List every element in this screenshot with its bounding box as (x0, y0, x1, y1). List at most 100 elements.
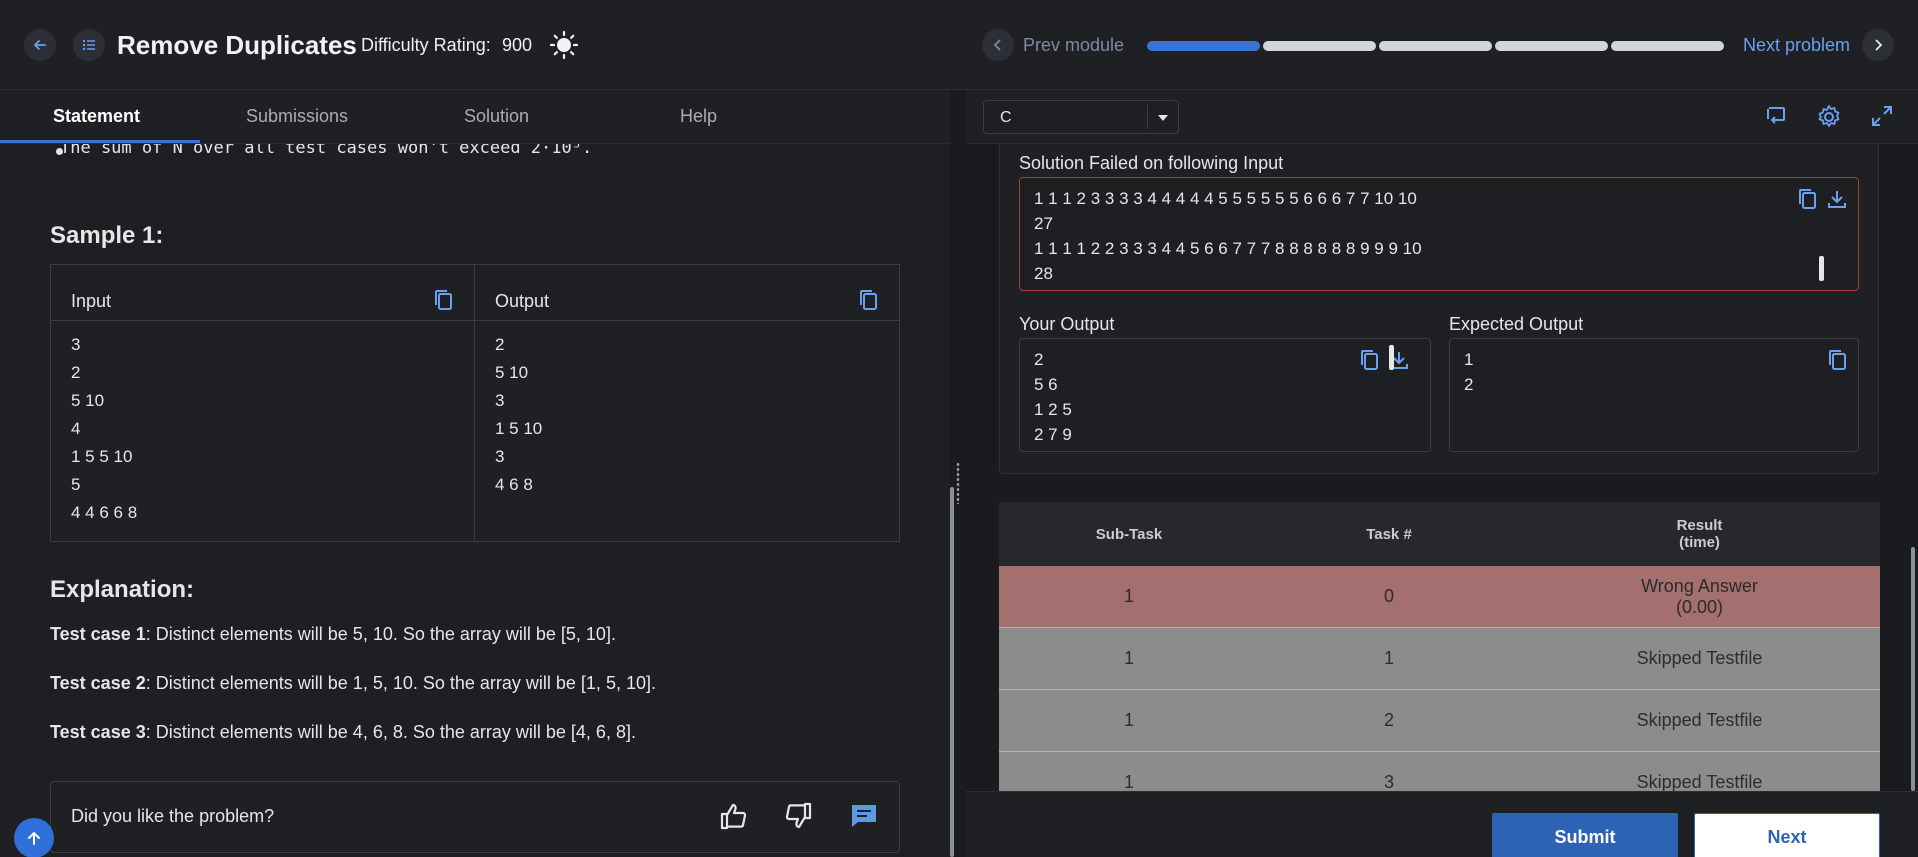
sample-input-line: 1 5 5 10 (71, 447, 133, 466)
submit-button[interactable]: Submit (1492, 813, 1678, 857)
table-row: 1 2 Skipped Testfile (999, 690, 1880, 752)
your-output-line: 2 7 9 (1034, 425, 1072, 444)
sample-box: Input 3 2 5 10 4 1 5 5 10 5 4 4 6 6 8 Output (50, 264, 900, 542)
problem-title: Remove Duplicates (117, 30, 357, 60)
copy-your-output-button[interactable] (1360, 349, 1380, 374)
result-header: Result (time) (1519, 517, 1880, 551)
sample-input-lines: 3 2 5 10 4 1 5 5 10 5 4 4 6 6 8 (51, 321, 474, 527)
reset-code-button[interactable] (1764, 104, 1788, 128)
list-icon (82, 39, 95, 51)
copy-icon (860, 290, 877, 310)
copy-failed-input-button[interactable] (1798, 188, 1818, 213)
sample-output-header: Output (495, 291, 550, 311)
explanation-text: : Distinct elements will be 1, 5, 10. So… (145, 673, 656, 693)
sample-input-line: 2 (71, 363, 81, 382)
subtask-cell: 1 (1123, 648, 1134, 668)
feedback-box: Did you like the problem? (50, 781, 900, 853)
next-problem-button[interactable] (1862, 29, 1894, 61)
copy-icon (435, 290, 452, 310)
task-number-header: Task # (1366, 525, 1412, 543)
result-time: (0.00) (1675, 596, 1724, 617)
expected-output-line: 1 (1464, 350, 1474, 369)
copy-input-button[interactable] (434, 289, 454, 311)
sample-input-line: 4 (71, 419, 81, 438)
tab-solution[interactable]: Solution (464, 106, 529, 127)
sample-output-line: 2 (495, 335, 505, 354)
task-cell: 1 (1383, 648, 1394, 668)
sample-output-line: 4 6 8 (495, 475, 533, 494)
scroll-to-top-button[interactable] (14, 818, 54, 857)
problem-list-button[interactable] (73, 29, 105, 61)
copy-icon (1829, 350, 1846, 370)
fullscreen-button[interactable] (1870, 104, 1894, 128)
task-results-table: Sub-Task Task # Result (time) 1 0 Wrong … (999, 502, 1880, 791)
language-value: C (1000, 109, 1012, 126)
feedback-question: Did you like the problem? (71, 806, 275, 826)
back-button[interactable] (24, 29, 56, 61)
your-output-lines: 2 5 6 1 2 5 2 7 9 (1034, 347, 1416, 444)
sample-output-line: 1 5 10 (495, 419, 543, 438)
failed-input-line: 1 1 1 2 3 3 3 3 4 4 4 4 4 5 5 5 5 5 5 6 … (1034, 189, 1417, 208)
explanation-line: Test case 3: Distinct elements will be 4… (50, 722, 636, 743)
task-cell: 2 (1383, 710, 1394, 730)
sample-output: Output 2 5 10 3 1 5 10 3 4 6 8 (475, 265, 899, 541)
result-status: Skipped Testfile (1636, 648, 1763, 668)
failed-input-scrollbar[interactable] (1819, 256, 1824, 281)
result-cell: Wrong Answer (0.00) (1519, 576, 1880, 618)
expand-icon (1872, 106, 1892, 126)
editor-toolbar: C (966, 90, 1918, 144)
constraint-text: The sum of N over all test cases won't e… (60, 144, 593, 158)
copy-output-button[interactable] (859, 289, 879, 311)
chevron-right-icon (1875, 39, 1883, 51)
results-panel: Solution Failed on following Input 1 1 1… (966, 144, 1918, 791)
left-scrollbar[interactable] (950, 487, 954, 857)
tab-submissions[interactable]: Submissions (246, 106, 348, 127)
sun-icon (549, 30, 579, 60)
tab-statement[interactable]: Statement (53, 106, 140, 127)
module-progress (1147, 41, 1724, 51)
thumbs-down-button[interactable] (783, 802, 813, 830)
next-button[interactable]: Next (1694, 813, 1880, 857)
arrow-left-icon (33, 40, 46, 50)
result-status: Skipped Testfile (1636, 772, 1763, 791)
sample-output-line: 3 (495, 447, 505, 466)
explanation-line: Test case 2: Distinct elements will be 1… (50, 673, 656, 694)
your-output-box: 2 5 6 1 2 5 2 7 9 (1019, 338, 1431, 452)
comment-button[interactable] (849, 802, 879, 830)
progress-segment (1495, 41, 1608, 51)
gear-icon (1818, 105, 1840, 127)
action-bar: Submit Next (966, 791, 1918, 857)
result-status: Skipped Testfile (1636, 710, 1763, 730)
problem-tabs: Statement Submissions Solution Help (0, 90, 958, 144)
download-failed-input-button[interactable] (1826, 188, 1848, 213)
prev-module-link[interactable]: Prev module (1023, 35, 1124, 56)
sample-output-lines: 2 5 10 3 1 5 10 3 4 6 8 (475, 321, 899, 499)
task-cell: 0 (1383, 586, 1394, 606)
sample-input-line: 5 10 (71, 391, 105, 410)
sample-input-header: Input (71, 291, 112, 311)
settings-button[interactable] (1816, 104, 1842, 130)
tab-help[interactable]: Help (680, 106, 717, 127)
prev-module-button[interactable] (982, 29, 1014, 61)
expected-output-box: 12 (1449, 338, 1859, 452)
explanation-line: Test case 1: Distinct elements will be 5… (50, 624, 616, 645)
your-output-label: Your Output (1019, 314, 1115, 334)
your-output-scrollbar[interactable] (1389, 345, 1394, 370)
progress-segment (1379, 41, 1492, 51)
difficulty-value: 900 (502, 35, 533, 55)
copy-expected-output-button[interactable] (1828, 349, 1848, 374)
test-case-label: Test case 3 (50, 722, 146, 742)
next-problem-link[interactable]: Next problem (1743, 35, 1850, 56)
language-select[interactable]: C (983, 100, 1179, 134)
test-case-label: Test case 2 (50, 673, 146, 693)
arrow-up-icon (28, 831, 40, 845)
right-scrollbar[interactable] (1911, 547, 1915, 791)
theme-toggle[interactable] (549, 30, 579, 60)
top-bar: Remove Duplicates Difficulty Rating: 900… (0, 0, 1918, 90)
progress-segment (1611, 41, 1724, 51)
explanation-text: : Distinct elements will be 4, 6, 8. So … (145, 722, 636, 742)
table-row: 1 0 Wrong Answer (0.00) (999, 566, 1880, 628)
thumbs-up-button[interactable] (719, 802, 749, 830)
subtask-cell: 1 (1123, 772, 1134, 791)
chevron-left-icon (993, 39, 1001, 51)
